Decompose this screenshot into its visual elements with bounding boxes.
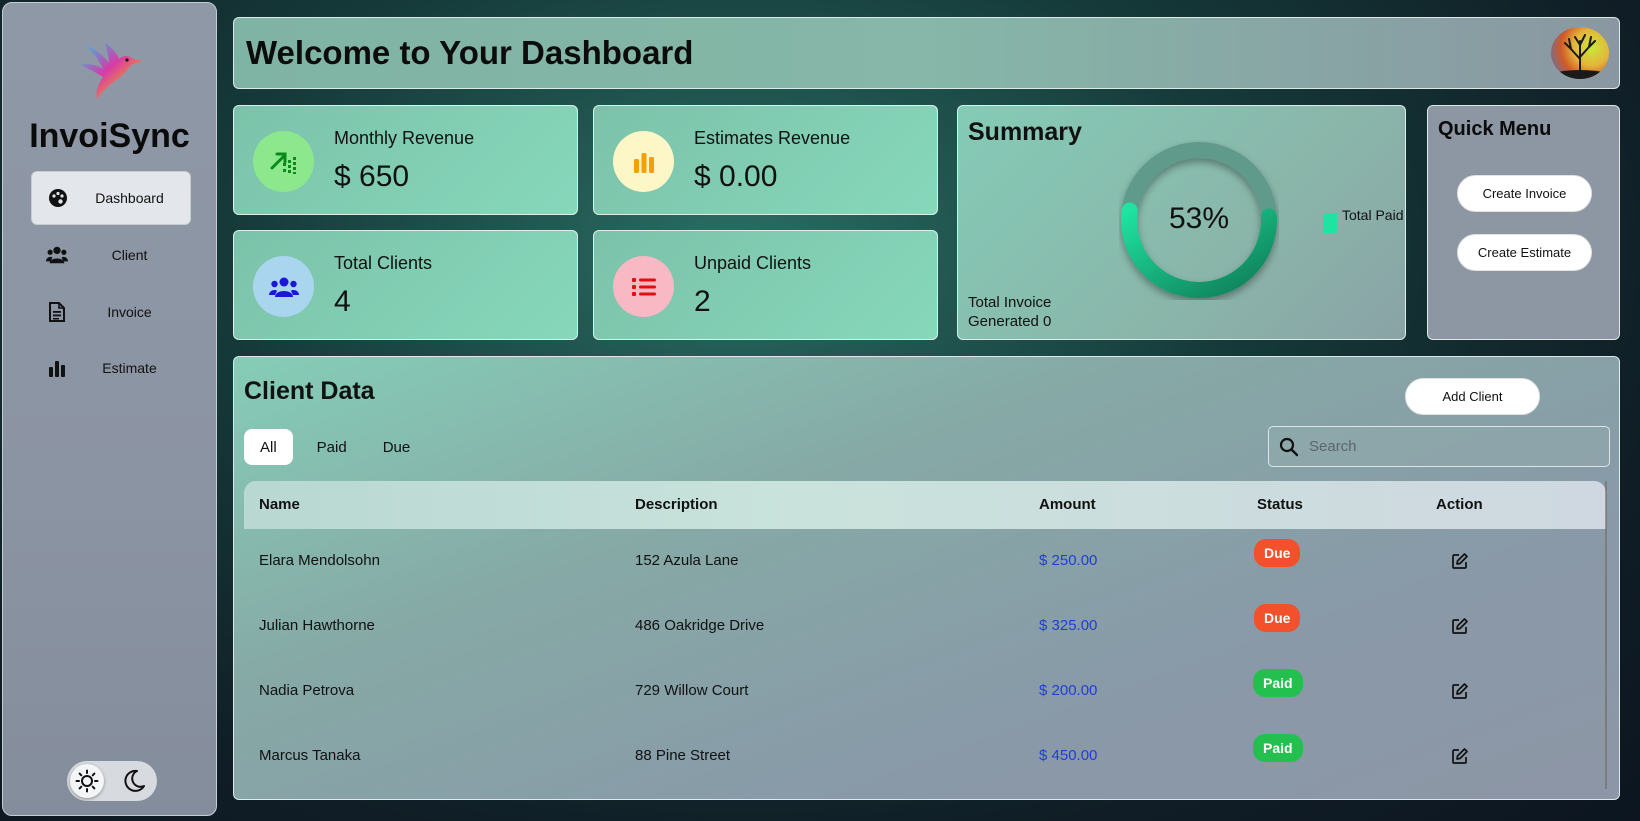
users-icon [46, 244, 68, 266]
edit-icon[interactable] [1451, 552, 1469, 570]
status-badge: Due [1254, 604, 1301, 632]
client-data-title: Client Data [244, 377, 375, 405]
stat-label: Monthly Revenue [334, 128, 475, 148]
status-badge: Due [1254, 539, 1301, 567]
column-header-status[interactable]: Status [1257, 496, 1303, 513]
stat-value: 4 [334, 285, 351, 318]
brand-name: InvoiSync [29, 117, 190, 155]
stat-label: Estimates Revenue [694, 128, 851, 148]
quick-menu-title: Quick Menu [1438, 118, 1552, 140]
sidebar-item-invoice[interactable]: Invoice [31, 285, 191, 339]
column-header-description[interactable]: Description [635, 496, 718, 513]
document-icon [46, 301, 68, 323]
list-icon [613, 256, 674, 317]
donut-chart: 53% [1119, 140, 1279, 300]
cell-name: Marcus Tanaka [259, 747, 361, 764]
cell-name: Julian Hawthorne [259, 617, 375, 634]
search-icon [1269, 437, 1309, 457]
stat-value: $ 0.00 [694, 160, 778, 193]
quick-menu: Quick Menu Create Invoice Create Estimat… [1427, 105, 1620, 340]
edit-icon[interactable] [1451, 682, 1469, 700]
legend-swatch [1323, 213, 1337, 233]
sidebar-item-client[interactable]: Client [31, 228, 191, 282]
column-header-name[interactable]: Name [259, 496, 300, 513]
legend-label: Total Paid [1342, 207, 1404, 223]
cell-description: 486 Oakridge Drive [635, 617, 765, 634]
trend-up-icon [253, 131, 314, 192]
users-icon [253, 256, 314, 317]
edit-icon[interactable] [1451, 617, 1469, 635]
cell-amount: $ 450.00 [1039, 747, 1098, 764]
sidebar-item-dashboard[interactable]: Dashboard [31, 171, 191, 225]
create-invoice-button[interactable]: Create Invoice [1457, 175, 1592, 212]
cell-amount: $ 325.00 [1039, 617, 1098, 634]
dashboard-header: Welcome to Your Dashboard [233, 17, 1620, 89]
avatar[interactable] [1551, 27, 1609, 79]
tab-due[interactable]: Due [367, 429, 427, 465]
table-row: Elara Mendolsohn 152 Azula Lane $ 250.00… [244, 529, 1606, 594]
theme-toggle[interactable] [67, 761, 157, 801]
status-badge: Paid [1253, 669, 1303, 697]
summary-card: Summary Total Invoice Generated 0 53% To… [957, 105, 1406, 340]
table-row: Nadia Petrova 729 Willow Court $ 200.00 … [244, 659, 1606, 724]
sidebar-item-label: Dashboard [95, 190, 164, 206]
sidebar-item-estimate[interactable]: Estimate [31, 341, 191, 395]
stat-card-estimates-revenue: Estimates Revenue $ 0.00 [593, 105, 938, 215]
status-badge: Paid [1253, 734, 1303, 762]
add-client-button[interactable]: Add Client [1405, 378, 1540, 415]
table-row: Marcus Tanaka 88 Pine Street $ 450.00 Pa… [244, 724, 1606, 789]
donut-percent: 53% [1168, 202, 1230, 235]
stat-card-total-clients: Total Clients 4 [233, 230, 578, 340]
client-data-panel: Client Data Add Client All Paid Due Name… [233, 356, 1620, 800]
search-box [1268, 426, 1610, 467]
cell-amount: $ 250.00 [1039, 552, 1098, 569]
column-header-action[interactable]: Action [1436, 496, 1483, 513]
create-estimate-button[interactable]: Create Estimate [1457, 234, 1592, 271]
cell-amount: $ 200.00 [1039, 682, 1098, 699]
sun-icon[interactable] [70, 764, 104, 798]
bar-chart-icon [46, 357, 68, 379]
stat-value: $ 650 [334, 160, 410, 193]
cell-description: 152 Azula Lane [635, 552, 739, 569]
stat-label: Unpaid Clients [694, 253, 812, 273]
bar-chart-icon [613, 131, 674, 192]
search-input[interactable] [1309, 438, 1599, 455]
cell-name: Nadia Petrova [259, 682, 355, 699]
stat-label: Total Clients [334, 253, 433, 273]
client-table: Name Description Amount Status Action El… [244, 481, 1606, 789]
table-row: Julian Hawthorne 486 Oakridge Drive $ 32… [244, 594, 1606, 659]
total-invoice-generated: Total Invoice Generated 0 [968, 294, 1052, 330]
column-header-amount[interactable]: Amount [1039, 496, 1096, 513]
stat-card-unpaid-clients: Unpaid Clients 2 [593, 230, 938, 340]
stat-card-monthly-revenue: Monthly Revenue $ 650 [233, 105, 578, 215]
sidebar: InvoiSync Dashboard Client Invoice Estim… [2, 2, 217, 816]
table-scrollbar[interactable] [1605, 481, 1607, 789]
table-header: Name Description Amount Status Action [244, 481, 1606, 529]
cell-name: Elara Mendolsohn [259, 552, 380, 569]
edit-icon[interactable] [1451, 747, 1469, 765]
tab-paid[interactable]: Paid [301, 429, 363, 465]
hummingbird-logo [77, 39, 147, 103]
sidebar-item-label: Estimate [102, 360, 157, 376]
filter-tabs: All Paid Due [244, 429, 426, 465]
stat-value: 2 [694, 285, 711, 318]
sidebar-item-label: Invoice [107, 304, 152, 320]
moon-icon[interactable] [122, 769, 146, 793]
tab-all[interactable]: All [244, 429, 293, 465]
cell-description: 729 Willow Court [635, 682, 749, 699]
cell-description: 88 Pine Street [635, 747, 731, 764]
sidebar-item-label: Client [111, 247, 148, 263]
summary-title: Summary [968, 118, 1082, 146]
page-title: Welcome to Your Dashboard [246, 34, 694, 71]
palette-icon [47, 187, 69, 209]
